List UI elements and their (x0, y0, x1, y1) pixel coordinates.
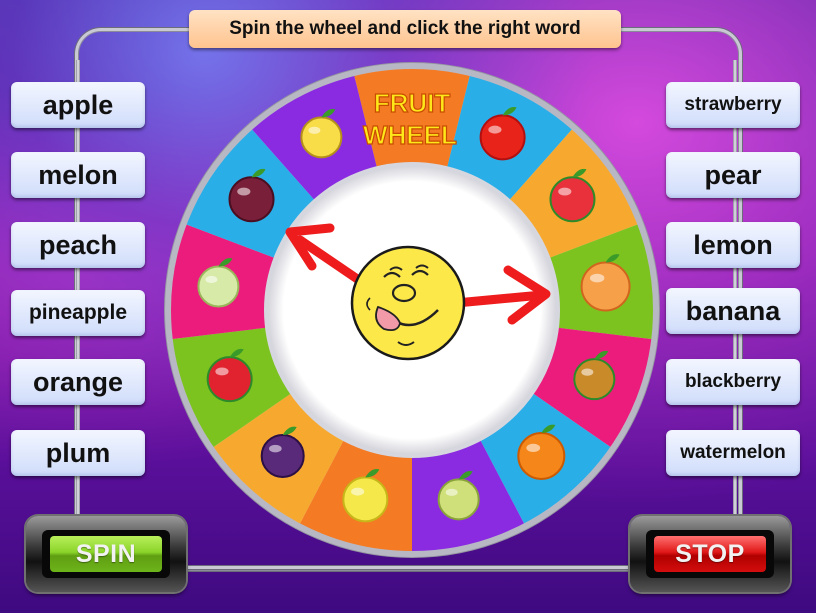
word-button-melon[interactable]: melon (11, 152, 145, 198)
decorative-frame-bottom (150, 566, 666, 569)
word-button-banana[interactable]: banana (666, 288, 800, 334)
word-label: apple (42, 89, 114, 120)
word-label: watermelon (680, 442, 786, 463)
word-label: orange (32, 366, 124, 397)
fruit-wheel-graphic: FRUIT WHEEL (164, 62, 660, 558)
word-button-lemon[interactable]: lemon (666, 222, 800, 268)
word-button-peach[interactable]: peach (11, 222, 145, 268)
spin-button-bezel: SPIN (42, 530, 170, 578)
word-label: lemon (693, 229, 773, 260)
stop-button[interactable]: STOP (654, 536, 766, 572)
stop-button-bezel: STOP (646, 530, 774, 578)
word-button-strawberry[interactable]: strawberry (666, 82, 800, 128)
smiley-face-icon (350, 245, 466, 361)
word-label: pear (704, 159, 762, 190)
word-button-watermelon[interactable]: watermelon (666, 430, 800, 476)
instruction-text: Spin the wheel and click the right word (229, 18, 581, 39)
word-label: blackberry (684, 371, 782, 392)
word-button-orange[interactable]: orange (11, 359, 145, 405)
word-label: plum (45, 437, 111, 468)
stop-label: STOP (675, 539, 745, 568)
fruit-wheel[interactable]: FRUIT WHEEL (162, 60, 662, 560)
spin-button[interactable]: SPIN (50, 536, 162, 572)
word-label: strawberry (684, 94, 782, 115)
word-button-plum[interactable]: plum (11, 430, 145, 476)
logo-line-1: FRUIT (374, 88, 451, 118)
word-label: banana (685, 295, 781, 326)
word-button-apple[interactable]: apple (11, 82, 145, 128)
spin-label: SPIN (75, 539, 137, 568)
logo-line-2: WHEEL (363, 120, 457, 150)
word-button-pineapple[interactable]: pineapple (11, 290, 145, 336)
word-button-pear[interactable]: pear (666, 152, 800, 198)
word-button-blackberry[interactable]: blackberry (666, 359, 800, 405)
word-label: pineapple (28, 301, 128, 324)
word-label: melon (38, 159, 118, 190)
instruction-banner: Spin the wheel and click the right word (189, 10, 621, 48)
word-label: peach (38, 229, 118, 260)
